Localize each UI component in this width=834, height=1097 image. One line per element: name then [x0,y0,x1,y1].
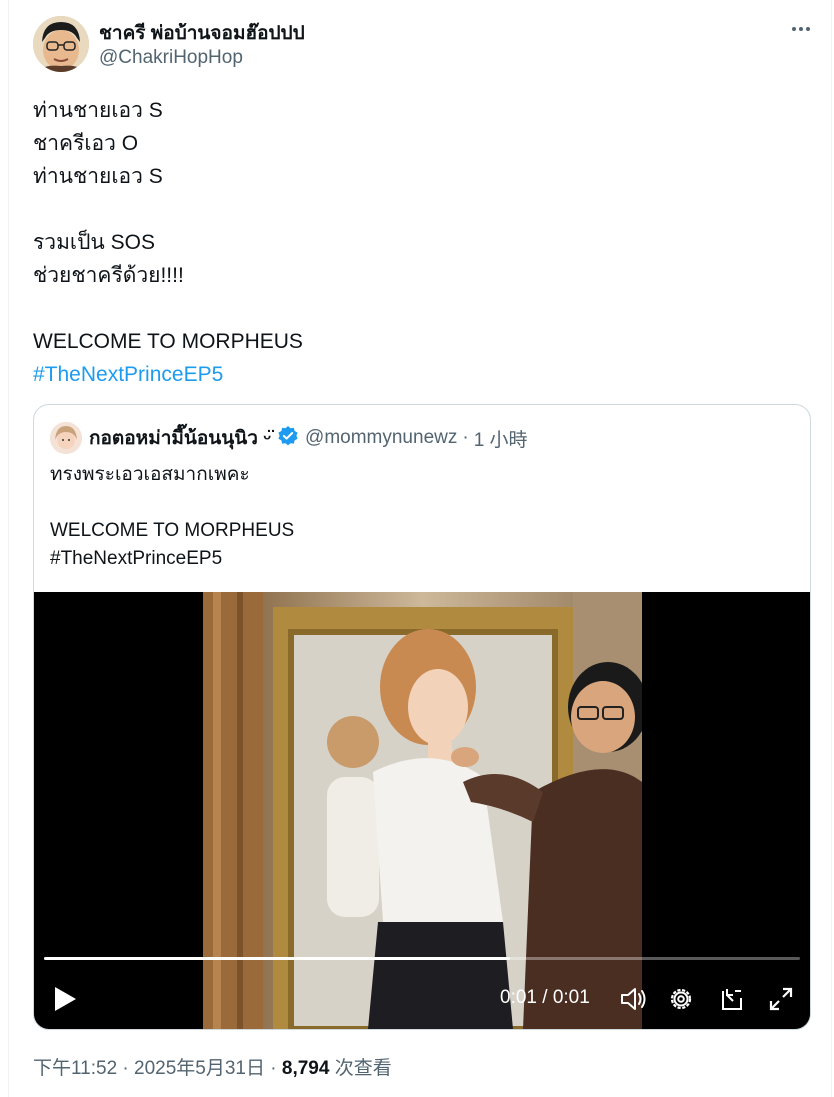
volume-icon [621,988,646,1010]
video-player[interactable]: 0:01 / 0:01 [34,592,810,1029]
quote-line [50,489,294,517]
tweet-line: ท่านชายเอว S [33,165,163,188]
play-button[interactable] [50,984,80,1014]
video-progress-fill [44,957,511,960]
separator-dot: · [462,427,469,448]
quoted-tweet-time[interactable]: 1 小時 [474,425,528,452]
tweet-line [33,193,303,226]
play-icon [55,987,76,1011]
views-label: 次查看 [329,1058,392,1079]
more-dot-icon [799,27,803,31]
volume-button[interactable] [618,984,648,1014]
author-display-name[interactable]: ชาครี พ่อบ้านจอมฮ๊อปปป [99,18,305,48]
more-dot-icon [806,27,810,31]
quote-line: ทรงพระเอวเอสมากเพคะ [50,464,250,485]
fullscreen-button[interactable] [766,984,796,1014]
tweet-line: ชาครีเอว O [33,132,139,155]
tweet-timestamp[interactable]: 下午11:52 · 2025年5月31日 · [33,1058,282,1079]
quoted-tweet-header: กอตอหม่ามี๊น้อนนุนิว ᵕ̈ @mommynunewz · 1… [50,421,528,455]
verified-badge-icon [277,425,299,452]
tweet-line: WELCOME TO MORPHEUS [33,330,303,353]
video-progress-bar[interactable] [44,957,800,960]
fullscreen-icon [769,987,793,1011]
more-options-button[interactable] [787,18,815,40]
tweet-line: ช่วยชาครีด้วย!!!! [33,264,184,287]
video-frame[interactable] [203,592,642,1029]
more-dot-icon [792,27,796,31]
author-avatar[interactable] [33,16,89,72]
quoted-author-name[interactable]: กอตอหม่ามี๊น้อนนุนิว ᵕ̈ [89,423,271,453]
tweet-header: ชาครี พ่อบ้านจอมฮ๊อปปป @ChakriHopHop [9,0,831,90]
tweet-text: ท่านชายเอว S ชาครีเอว O ท่านชายเอว S รวม… [33,94,303,391]
dock-button[interactable] [717,984,747,1014]
author-handle[interactable]: @ChakriHopHop [99,47,243,69]
tweet-detail: ชาครี พ่อบ้านจอมฮ๊อปปป @ChakriHopHop ท่า… [8,0,832,1097]
quoted-tweet[interactable]: กอตอหม่ามี๊น้อนนุนิว ᵕ̈ @mommynunewz · 1… [33,404,811,1030]
dock-icon [722,989,742,1010]
tweet-meta: 下午11:52 · 2025年5月31日 · 8,794 次查看 [33,1053,392,1080]
quoted-tweet-text: ทรงพระเอวเอสมากเพคะ WELCOME TO MORPHEUS … [50,461,294,573]
quoted-author-handle[interactable]: @mommynunewz [305,427,457,449]
quote-line: WELCOME TO MORPHEUS [50,520,295,541]
tweet-line: ท่านชายเอว S [33,99,163,122]
hashtag-link[interactable]: #TheNextPrinceEP5 [33,358,303,391]
tweet-line: รวมเป็น SOS [33,231,155,254]
tweet-line [33,292,303,325]
settings-button[interactable] [666,984,696,1014]
quote-line: #TheNextPrinceEP5 [50,548,223,569]
quoted-author-avatar[interactable] [50,422,82,454]
settings-icon [670,988,692,1010]
views-count: 8,794 [281,1058,330,1079]
video-time-readout: 0:01 / 0:01 [500,987,590,1008]
